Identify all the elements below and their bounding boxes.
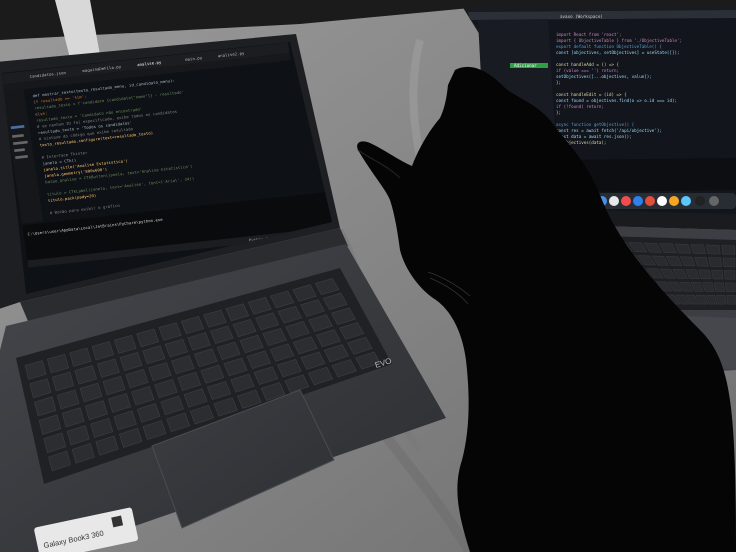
app-icon[interactable] — [669, 196, 679, 206]
keyboard-key[interactable] — [726, 295, 736, 305]
keyboard-key[interactable] — [713, 282, 725, 292]
keyboard-key[interactable] — [725, 282, 736, 292]
vscode-icon[interactable] — [633, 196, 643, 206]
keyboard-key[interactable] — [723, 270, 736, 280]
code-line: async function getObjective() { — [556, 122, 635, 127]
green-button-label: Adicionar — [514, 63, 537, 68]
window-title: avaxo (Workspace) — [560, 14, 603, 19]
keyboard-key[interactable] — [711, 269, 724, 280]
app-icon[interactable] — [609, 196, 619, 206]
code-line: const res = await fetch('/api/objective'… — [556, 128, 662, 133]
app-icon[interactable] — [695, 196, 705, 206]
code-line: import { ObjectiveTable } from './Object… — [556, 38, 682, 43]
app-icon[interactable] — [621, 196, 631, 206]
photo-scene: Candidatos.json maquinaDeFila.py analise… — [0, 0, 736, 552]
keyboard-key[interactable] — [705, 244, 721, 255]
keyboard-key[interactable] — [716, 295, 727, 305]
code-line: }; — [556, 80, 561, 85]
app-icon[interactable] — [657, 196, 667, 206]
qr-code-icon — [111, 515, 124, 528]
keyboard-key[interactable] — [708, 257, 722, 267]
code-line: export default function ObjectiveTable()… — [556, 44, 662, 49]
keyboard-key[interactable] — [690, 244, 706, 254]
app-icon[interactable] — [681, 196, 691, 206]
code-line: const found = objectives.find(o => o.id … — [556, 98, 677, 103]
trash-icon[interactable] — [709, 196, 719, 206]
code-line: const data = await res.json(); — [556, 134, 632, 139]
code-line: import React from 'react'; — [556, 32, 622, 37]
code-line: const handleAdd = () => { — [556, 62, 620, 67]
code-line: setObjectives([...objectives, value]); — [556, 74, 652, 79]
code-line: if (!found) return; — [556, 104, 604, 109]
code-line: }; — [556, 110, 561, 115]
keyboard-key[interactable] — [722, 257, 736, 268]
app-icon[interactable] — [645, 196, 655, 206]
code-line: const [objectives, setObjectives] = useS… — [556, 50, 680, 55]
code-line: if (value === '') return; — [556, 68, 619, 73]
keyboard-key[interactable] — [721, 245, 736, 255]
code-line: const handleEdit = (id) => { — [556, 92, 627, 97]
